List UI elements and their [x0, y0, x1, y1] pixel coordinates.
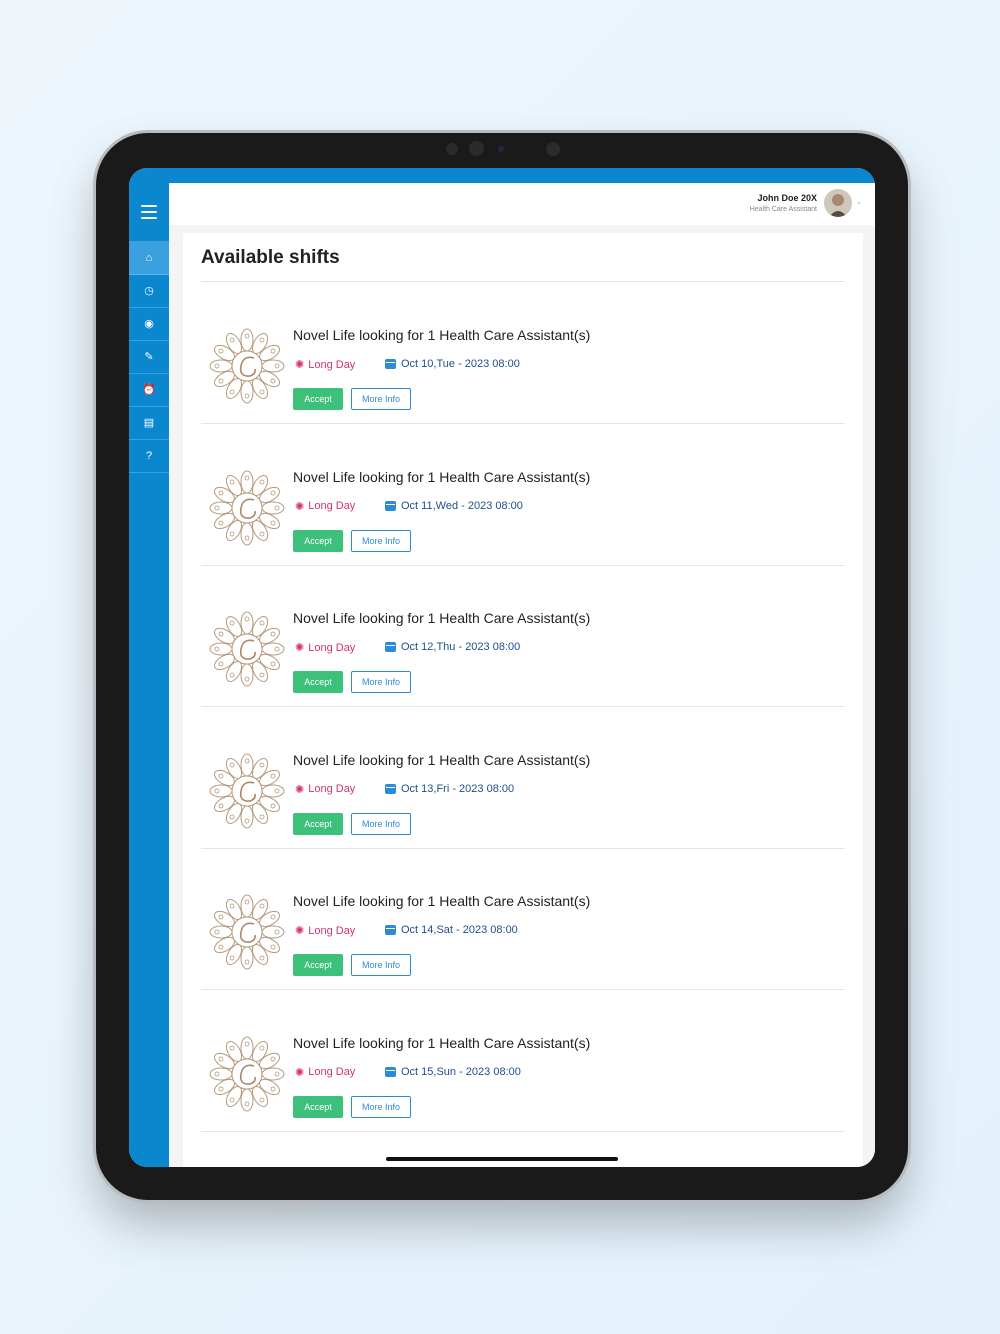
shift-date: Oct 15,Sun - 2023 08:00: [385, 1066, 521, 1078]
shift-type: ✺ Long Day: [295, 500, 355, 513]
accept-button[interactable]: Accept: [293, 812, 343, 835]
shift-date: Oct 11,Wed - 2023 08:00: [385, 500, 523, 512]
shift-date-label: Oct 15,Sun - 2023 08:00: [401, 1065, 521, 1078]
shift-type-label: Long Day: [308, 783, 356, 795]
user-name[interactable]: John Doe 20X: [757, 193, 817, 203]
shift-type-label: Long Day: [308, 641, 356, 654]
document-icon: ▤: [143, 417, 155, 429]
sidebar-item-edit[interactable]: ✎: [129, 340, 169, 374]
company-logo-icon: [203, 1030, 291, 1118]
avatar[interactable]: [824, 189, 852, 217]
shift-type: ✺ Long Day: [295, 783, 355, 796]
company-logo-icon: [203, 888, 291, 976]
sidebar-item-clock[interactable]: ◷: [129, 274, 169, 308]
home-icon: ⌂: [145, 251, 153, 264]
sun-icon: ✺: [295, 783, 305, 796]
shift-title: Novel Life looking for 1 Health Care Ass…: [293, 751, 591, 768]
shift-type-label: Long Day: [308, 924, 356, 937]
shift-title: Novel Life looking for 1 Health Care Ass…: [293, 610, 591, 626]
top-header: John Doe 20X Health Care Assistant ⌄: [169, 183, 875, 226]
avatar-image: [824, 189, 852, 217]
accept-button[interactable]: Accept: [293, 671, 343, 693]
shift-type: ✺ Long Day: [295, 924, 356, 938]
sun-icon: ✺: [295, 642, 305, 654]
shift-item: Novel Life looking for 1 Health Care Ass…: [201, 848, 845, 990]
more-info-button[interactable]: More Info: [351, 529, 411, 552]
more-info-button[interactable]: More Info: [351, 954, 411, 976]
shift-item: Novel Life looking for 1 Health Care Ass…: [201, 565, 845, 707]
more-info-button[interactable]: More Info: [351, 1095, 411, 1118]
edit-icon: ✎: [144, 351, 154, 363]
shift-date: Oct 10,Tue - 2023 08:00: [385, 358, 520, 370]
sidebar-item-document[interactable]: ▤: [129, 406, 169, 440]
sidebar-item-home[interactable]: ⌂: [129, 241, 169, 275]
shift-date-label: Oct 14,Sat - 2023 08:00: [401, 924, 518, 936]
accept-button[interactable]: Accept: [293, 388, 343, 410]
shift-title: Novel Life looking for 1 Health Care Ass…: [293, 327, 591, 343]
shift-date-label: Oct 10,Tue - 2023 08:00: [401, 358, 520, 370]
tablet-frame: ⌂ ◷ ◉ ✎ ⏰ ▤? John Doe 20X Health Care Assista…: [96, 133, 908, 1200]
sidebar: ⌂ ◷ ◉ ✎ ⏰ ▤?: [129, 183, 169, 1167]
more-info-button[interactable]: More Info: [351, 812, 411, 835]
shift-date-label: Oct 11,Wed - 2023 08:00: [401, 499, 523, 512]
sun-icon: ✺: [295, 359, 305, 371]
shift-type-label: Long Day: [308, 500, 356, 512]
sidebar-item-target[interactable]: ◉: [129, 307, 169, 341]
shift-title: Novel Life looking for 1 Health Care Ass…: [293, 468, 591, 485]
company-logo-icon: [203, 464, 291, 552]
shift-type: ✺ Long Day: [295, 1066, 355, 1079]
shift-type: ✺ Long Day: [295, 641, 356, 655]
help-icon: ?: [145, 449, 153, 462]
home-indicator[interactable]: [386, 1157, 618, 1161]
target-icon: ◉: [144, 318, 154, 330]
user-role: Health Care Assistant: [749, 206, 817, 213]
shifts-card: Available shifts Novel Life looking for …: [183, 233, 863, 1167]
shift-title: Novel Life looking for 1 Health Care Ass…: [293, 893, 591, 909]
shift-type: ✺ Long Day: [295, 358, 356, 372]
status-bar: [129, 168, 875, 183]
shift-item: Novel Life looking for 1 Health Care Ass…: [201, 424, 845, 566]
page-title: Available shifts: [201, 247, 340, 268]
shift-date: Oct 13,Fri - 2023 08:00: [385, 783, 514, 795]
calendar-icon: [385, 925, 396, 935]
accept-button[interactable]: Accept: [293, 1095, 343, 1118]
shift-item: Novel Life looking for 1 Health Care Ass…: [201, 990, 845, 1132]
shift-date: Oct 12,Thu - 2023 08:00: [385, 641, 520, 653]
clock-icon: ◷: [144, 285, 154, 297]
shift-item: Novel Life looking for 1 Health Care Ass…: [201, 282, 845, 424]
sun-icon: ✺: [295, 925, 305, 937]
calendar-icon: [385, 1066, 396, 1077]
hamburger-menu-icon[interactable]: [141, 205, 157, 219]
screen: ⌂ ◷ ◉ ✎ ⏰ ▤? John Doe 20X Health Care Assista…: [129, 168, 875, 1167]
calendar-icon: [385, 359, 396, 369]
shift-type-label: Long Day: [308, 358, 356, 371]
calendar-icon: [385, 783, 396, 794]
accept-button[interactable]: Accept: [293, 529, 343, 552]
shift-item: Novel Life looking for 1 Health Care Ass…: [201, 707, 845, 849]
company-logo-icon: [203, 747, 291, 835]
sidebar-item-help[interactable]: ?: [129, 439, 169, 473]
company-logo-icon: [203, 322, 291, 410]
camera-dot-right: [546, 142, 560, 156]
sun-icon: ✺: [295, 500, 305, 513]
shift-date-label: Oct 13,Fri - 2023 08:00: [401, 782, 515, 795]
camera-sensor: [498, 146, 504, 152]
calendar-icon: [385, 500, 396, 511]
camera-lens: [469, 141, 484, 156]
shift-date-label: Oct 12,Thu - 2023 08:00: [401, 641, 521, 653]
shift-date: Oct 14,Sat - 2023 08:00: [385, 924, 518, 936]
more-info-button[interactable]: More Info: [351, 388, 411, 410]
shift-type-label: Long Day: [308, 1066, 356, 1078]
camera-dot: [446, 143, 458, 155]
chevron-down-icon[interactable]: ⌄: [856, 198, 862, 206]
accept-button[interactable]: Accept: [293, 954, 343, 976]
company-logo-icon: [203, 605, 291, 693]
calendar-icon: [385, 642, 396, 652]
more-info-button[interactable]: More Info: [351, 671, 411, 693]
shift-title: Novel Life looking for 1 Health Care Ass…: [293, 1034, 591, 1051]
sidebar-item-alarm[interactable]: ⏰: [129, 373, 169, 407]
sun-icon: ✺: [295, 1066, 305, 1079]
alarm-icon: ⏰: [142, 384, 156, 396]
